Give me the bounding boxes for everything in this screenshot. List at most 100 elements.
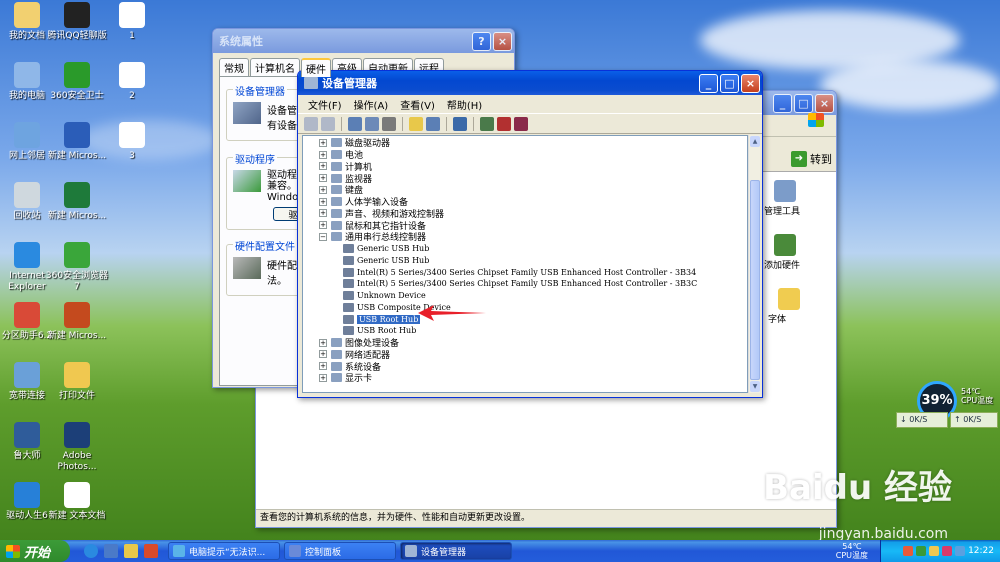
tree-device-item[interactable]: USB Root Hub <box>343 313 421 325</box>
tray-qq-icon[interactable] <box>942 546 953 556</box>
desktop-icon-label: 打印文件 <box>58 391 95 401</box>
app-icon[interactable] <box>144 544 158 558</box>
show-desktop-icon[interactable] <box>104 544 118 558</box>
cp-item-add-hardware[interactable]: 添加硬件 <box>764 234 836 271</box>
desktop-icon[interactable]: 新建 文本文档 <box>45 482 109 522</box>
tray-security-icon[interactable] <box>916 546 927 556</box>
expand-icon[interactable]: + <box>319 174 327 183</box>
tree-category-item[interactable]: + 鼠标和其它指针设备 <box>319 219 426 232</box>
collapse-icon[interactable]: − <box>319 232 327 241</box>
expand-icon[interactable]: + <box>319 373 327 382</box>
close-icon[interactable]: × <box>815 93 834 113</box>
device-manager-window[interactable]: 设备管理器 _ □ × 文件(F) 操作(A) 查看(V) 帮助(H) + 磁盘驱动器 +… <box>297 70 763 398</box>
scroll-thumb[interactable] <box>750 180 760 380</box>
tree-device-item[interactable]: Generic USB Hub <box>343 243 429 255</box>
close-icon[interactable]: × <box>741 73 760 93</box>
desktop-icon[interactable]: 2 <box>100 62 164 102</box>
cp-item-fonts[interactable]: 字体 <box>768 288 836 325</box>
properties-icon[interactable] <box>365 116 379 131</box>
tree-category-item[interactable]: + 人体学输入设备 <box>319 196 408 208</box>
scan-hardware-icon[interactable] <box>453 116 467 131</box>
minimize-icon[interactable]: _ <box>699 73 718 93</box>
disable-device-icon[interactable] <box>497 116 511 131</box>
tab-2[interactable]: 硬件 <box>301 58 331 77</box>
tree-category-item[interactable]: − 通用串行总线控制器 <box>319 231 426 243</box>
maximize-icon[interactable]: □ <box>794 93 813 113</box>
tray-app-icon[interactable] <box>903 546 914 556</box>
show-pane-icon[interactable] <box>426 116 440 131</box>
go-arrow-icon[interactable]: ➜ <box>791 151 807 167</box>
desktop-icon[interactable]: 新建 Micros... <box>45 182 109 222</box>
tree-category-item[interactable]: + 图像处理设备 <box>319 337 399 349</box>
taskbar-task-button[interactable]: 控制面板 <box>284 542 396 560</box>
menu-item[interactable]: 文件(F) <box>302 97 348 112</box>
menu-item[interactable]: 查看(V) <box>394 97 441 112</box>
expand-icon[interactable]: + <box>319 185 327 194</box>
tree-scrollbar[interactable]: ▲ ▼ <box>748 135 760 393</box>
start-button[interactable]: 开始 <box>0 540 70 562</box>
tray-network-icon[interactable] <box>929 546 940 556</box>
scroll-up-icon[interactable]: ▲ <box>750 136 760 147</box>
expand-icon[interactable]: + <box>319 350 327 359</box>
scroll-down-icon[interactable]: ▼ <box>750 381 760 392</box>
close-icon[interactable]: × <box>493 31 512 51</box>
expand-icon[interactable]: + <box>319 162 327 171</box>
tray-volume-icon[interactable] <box>955 546 966 556</box>
address-go[interactable]: ➜ 转到 <box>791 151 832 167</box>
help-icon[interactable] <box>409 116 423 131</box>
minimize-icon[interactable]: _ <box>773 93 792 113</box>
desktop-icon[interactable]: 1 <box>100 2 164 42</box>
tree-category-item[interactable]: + 监视器 <box>319 172 372 185</box>
tree-view-icon[interactable] <box>348 116 362 131</box>
tree-device-item[interactable]: Intel(R) 5 Series/3400 Series Chipset Fa… <box>343 266 696 278</box>
expand-icon[interactable]: + <box>319 338 327 347</box>
tree-device-item[interactable]: Unknown Device <box>343 290 426 302</box>
back-arrow-icon[interactable] <box>304 116 318 131</box>
expand-icon[interactable]: + <box>319 221 327 230</box>
device-manager-titlebar[interactable]: 设备管理器 _ □ × <box>298 71 762 95</box>
maximize-icon[interactable]: □ <box>720 73 739 93</box>
expand-icon[interactable]: + <box>319 197 327 206</box>
system-properties-titlebar[interactable]: 系统属性 ? × <box>213 29 514 53</box>
tab-1[interactable]: 计算机名 <box>250 58 300 76</box>
desktop-icon[interactable]: 3 <box>100 122 164 162</box>
tree-category-item[interactable]: + 声音、视频和游戏控制器 <box>319 208 444 220</box>
tree-category-item[interactable]: + 键盘 <box>319 184 363 196</box>
help-icon[interactable]: ? <box>472 31 491 51</box>
ie-icon[interactable] <box>84 544 98 558</box>
tree-device-item[interactable]: Generic USB Hub <box>343 255 429 267</box>
tree-device-item[interactable]: Intel(R) 5 Series/3400 Series Chipset Fa… <box>343 278 697 290</box>
tree-category-item[interactable]: + 显示卡 <box>319 372 372 384</box>
uninstall-device-icon[interactable] <box>514 116 528 131</box>
tree-category-item[interactable]: + 计算机 <box>319 161 372 173</box>
forward-arrow-icon[interactable] <box>321 116 335 131</box>
device-category-icon <box>331 138 342 148</box>
desktop-icon[interactable]: 打印文件 <box>45 362 109 402</box>
expand-icon[interactable]: + <box>319 209 327 218</box>
tree-category-item[interactable]: + 网络适配器 <box>319 349 390 361</box>
menu-item[interactable]: 帮助(H) <box>441 97 488 112</box>
expand-icon[interactable]: + <box>319 362 327 371</box>
go-label[interactable]: 转到 <box>810 151 832 167</box>
tree-category-item[interactable]: + 系统设备 <box>319 360 381 373</box>
menu-item[interactable]: 操作(A) <box>348 97 395 112</box>
taskbar-task-button[interactable]: 设备管理器 <box>400 542 512 560</box>
taskbar-task-button[interactable]: 电脑提示“无法识... <box>168 542 280 560</box>
update-driver-icon[interactable] <box>480 116 494 131</box>
tab-0[interactable]: 常规 <box>219 58 249 76</box>
desktop-icon[interactable]: Adobe Photos... <box>45 422 109 473</box>
tree-device-item[interactable]: USB Root Hub <box>343 325 416 337</box>
expand-icon[interactable]: + <box>319 138 327 147</box>
tree-category-item[interactable]: + 磁盘驱动器 <box>319 137 390 149</box>
cp-item-admin-tools[interactable]: 管理工具 <box>764 180 836 217</box>
desktop-icon[interactable]: 新建 Micros... <box>45 302 109 342</box>
desktop-icon[interactable]: 360安全浏览器7 <box>45 242 109 293</box>
net-down-box: ↓ 0K/S <box>896 412 948 428</box>
expand-icon[interactable]: + <box>319 150 327 159</box>
device-category-icon <box>331 161 342 171</box>
clock: 12:22 <box>968 546 994 556</box>
device-tree[interactable]: + 磁盘驱动器 + 电池 + 计算机 + 监视器 + 键盘 + 人体学输入设备 + 声音、视频和游戏控制器… <box>302 135 748 393</box>
print-icon[interactable] <box>382 116 396 131</box>
tree-category-item[interactable]: + 电池 <box>319 149 363 161</box>
explorer-icon[interactable] <box>124 544 138 558</box>
